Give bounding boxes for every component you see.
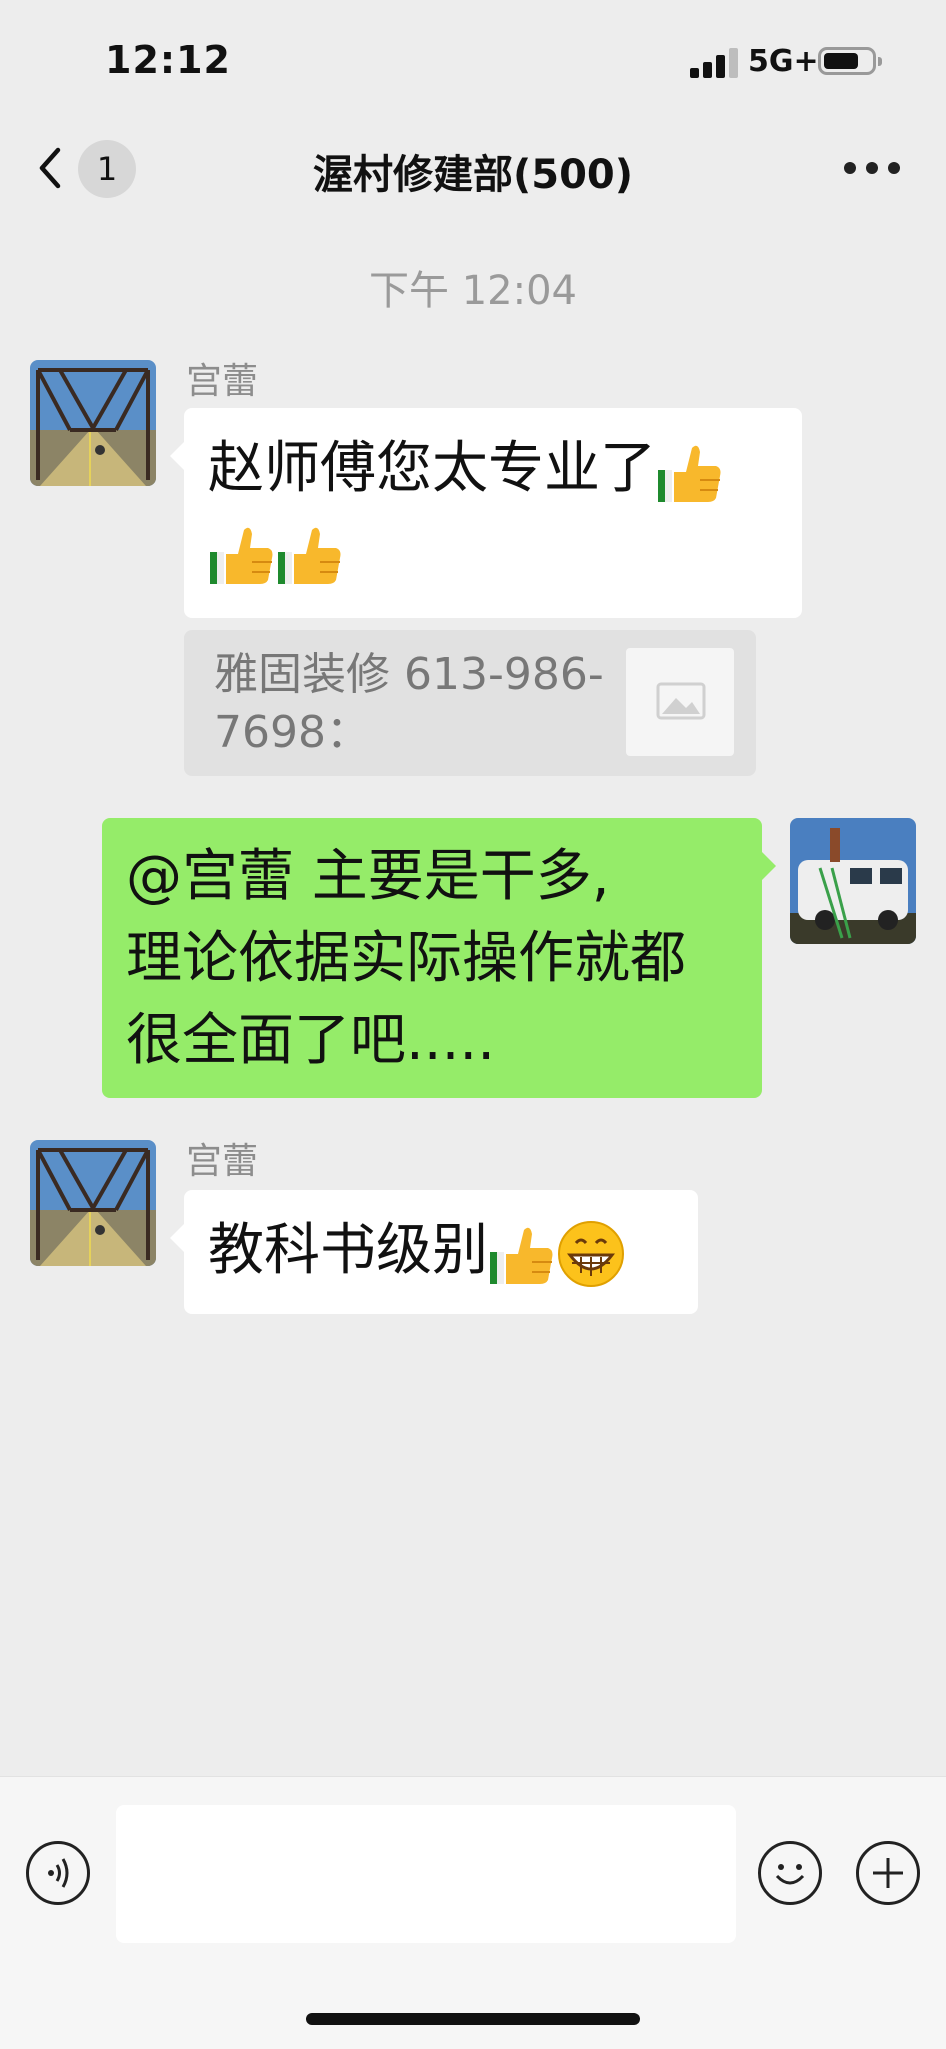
- quoted-message[interactable]: 雅固装修 613-986- 7698：: [184, 630, 756, 776]
- message-timestamp: 下午 12:04: [369, 268, 577, 314]
- input-bar: [0, 1776, 946, 2049]
- message-text: 理论依据实际操作就都: [126, 926, 686, 991]
- message-bubble[interactable]: 赵师傅您太专业了: [170, 408, 802, 618]
- battery-icon: [818, 47, 882, 75]
- thumbs-up-icon: [488, 1220, 556, 1288]
- emoji-icon[interactable]: [758, 1841, 822, 1905]
- grinning-face-icon: [556, 1219, 626, 1289]
- message-bubble[interactable]: 教科书级别: [170, 1190, 698, 1314]
- avatar[interactable]: [30, 360, 156, 486]
- thumbs-up-icon: [276, 520, 344, 588]
- network-type: 5G+: [748, 44, 819, 79]
- message-text: @宫蕾 主要是干多,: [126, 844, 610, 909]
- more-options-icon[interactable]: [844, 162, 900, 176]
- sender-name: 宫蕾: [186, 361, 259, 402]
- avatar[interactable]: [30, 1140, 156, 1266]
- status-time: 12:12: [105, 38, 231, 82]
- message-text: 很全面了吧.....: [126, 1008, 496, 1073]
- sender-name: 宫蕾: [186, 1141, 259, 1182]
- message-input[interactable]: [116, 1805, 736, 1943]
- message-text: 教科书级别: [208, 1218, 488, 1283]
- thumbs-up-icon: [208, 520, 276, 588]
- status-bar: 12:12 5G+: [0, 0, 946, 120]
- message-text: 赵师傅您太专业了: [208, 436, 656, 501]
- home-indicator[interactable]: [306, 2013, 640, 2025]
- chat-title: 渥村修建部(500): [312, 152, 634, 198]
- chat-header: 1 渥村修建部(500): [0, 120, 946, 216]
- image-placeholder-icon: [626, 648, 734, 756]
- voice-icon[interactable]: [26, 1841, 90, 1905]
- signal-icon: [690, 48, 742, 78]
- thumbs-up-icon: [656, 438, 724, 506]
- plus-icon[interactable]: [856, 1841, 920, 1905]
- my-avatar[interactable]: [790, 818, 916, 944]
- message-bubble[interactable]: @宫蕾 主要是干多, 理论依据实际操作就都 很全面了吧.....: [102, 818, 776, 1098]
